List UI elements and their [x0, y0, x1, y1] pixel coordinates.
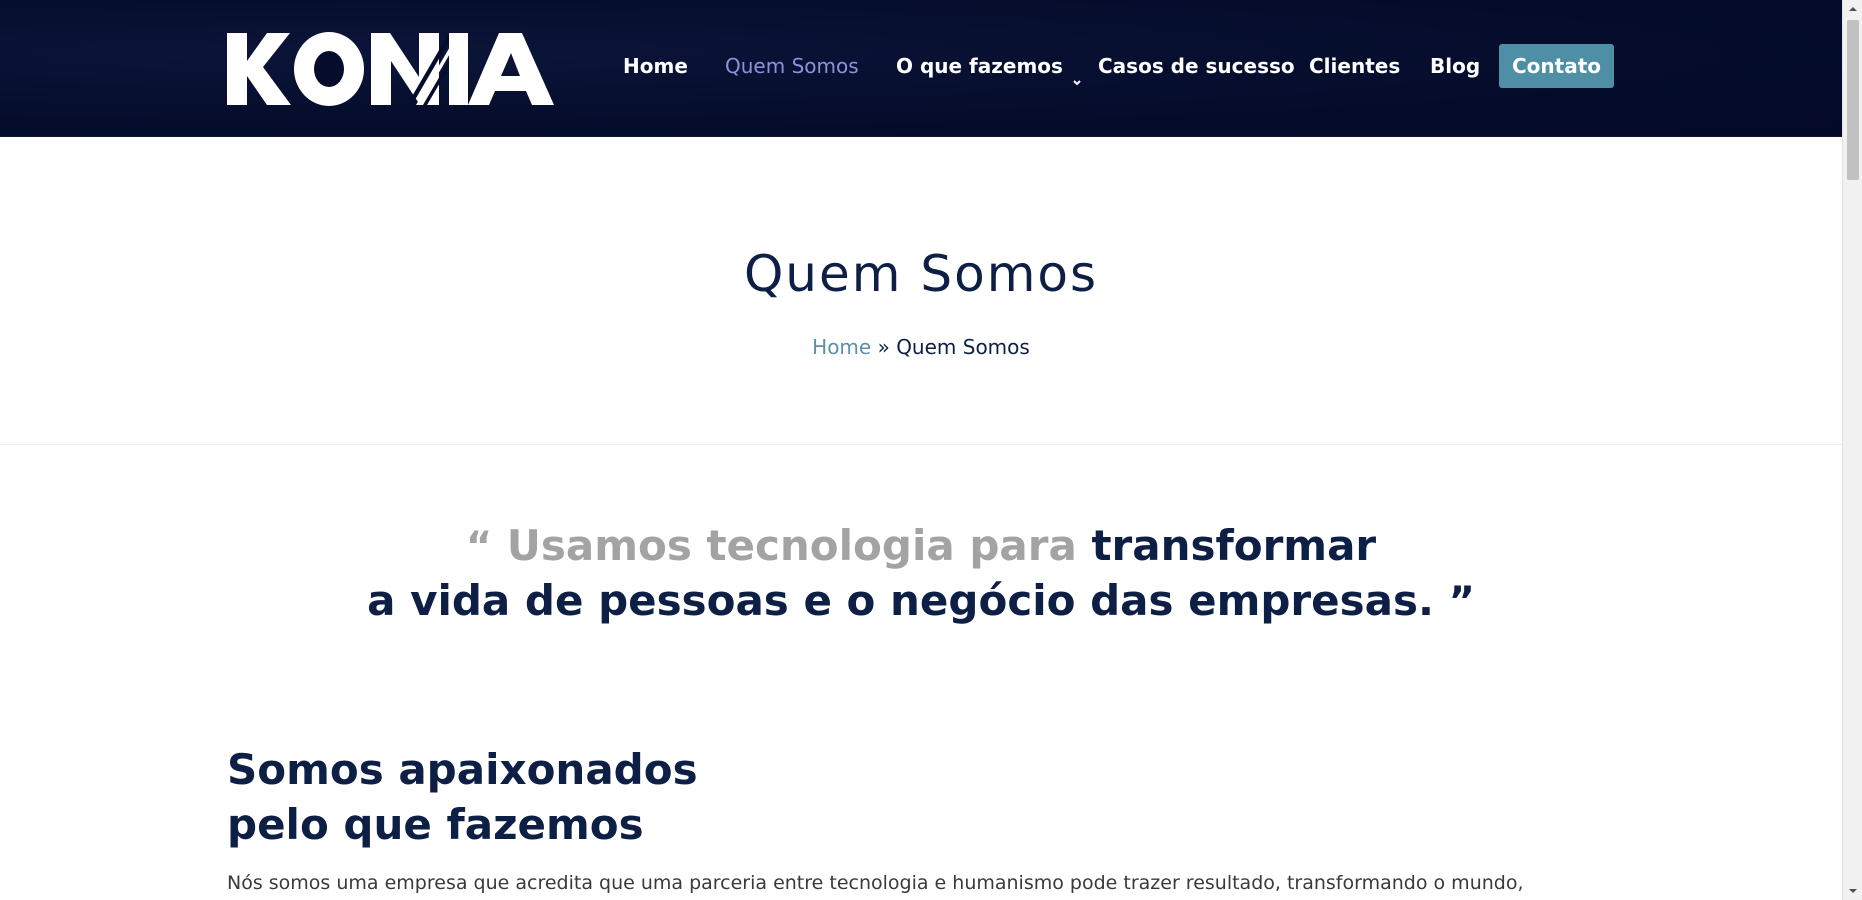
quote-part-2: transformar	[1091, 521, 1377, 570]
about-paragraph: Nós somos uma empresa que acredita que u…	[227, 872, 1524, 894]
section-divider	[0, 444, 1842, 445]
chevron-down-icon	[1071, 60, 1083, 85]
quote-close-mark: ”	[1448, 579, 1475, 625]
breadcrumb-current: Quem Somos	[896, 335, 1030, 359]
page-title: Quem Somos	[743, 245, 1099, 303]
breadcrumb: Home » Quem Somos	[0, 335, 1842, 359]
scrollbar-thumb[interactable]	[1847, 20, 1859, 180]
quote-line-1: “ Usamos tecnologia para transformar	[0, 521, 1842, 570]
site-header: Home Quem Somos O que fazemos Casos de s…	[0, 0, 1842, 137]
quote-line-2: a vida de pessoas e o negócio das empres…	[0, 576, 1842, 625]
nav-casos-de-sucesso[interactable]: Casos de sucesso	[1098, 44, 1295, 88]
nav-home[interactable]: Home	[623, 44, 688, 88]
breadcrumb-separator: »	[877, 335, 890, 359]
nav-blog[interactable]: Blog	[1430, 44, 1480, 88]
about-heading-line-1: Somos apaixonados	[227, 745, 698, 794]
nav-o-que-fazemos[interactable]: O que fazemos	[896, 44, 1083, 88]
quote-part-4: e o negócio das empresas.	[803, 576, 1434, 625]
nav-quem-somos[interactable]: Quem Somos	[725, 44, 859, 88]
contato-button[interactable]: Contato	[1499, 44, 1614, 88]
about-heading-line-2: pelo que fazemos	[227, 800, 644, 849]
about-heading: Somos apaixonados pelo que fazemos	[227, 742, 698, 852]
quote-open-mark: “	[465, 524, 493, 570]
scroll-up-arrow-icon[interactable]	[1843, 0, 1862, 18]
nav-o-que-fazemos-label: O que fazemos	[896, 54, 1063, 78]
breadcrumb-home-link[interactable]: Home	[812, 335, 871, 359]
quote-part-3: a vida de pessoas	[367, 576, 789, 625]
quote-part-1: Usamos tecnologia para	[506, 521, 1077, 570]
scroll-down-arrow-icon[interactable]	[1843, 882, 1862, 900]
vertical-scrollbar[interactable]	[1842, 0, 1862, 900]
nav-clientes[interactable]: Clientes	[1309, 44, 1400, 88]
